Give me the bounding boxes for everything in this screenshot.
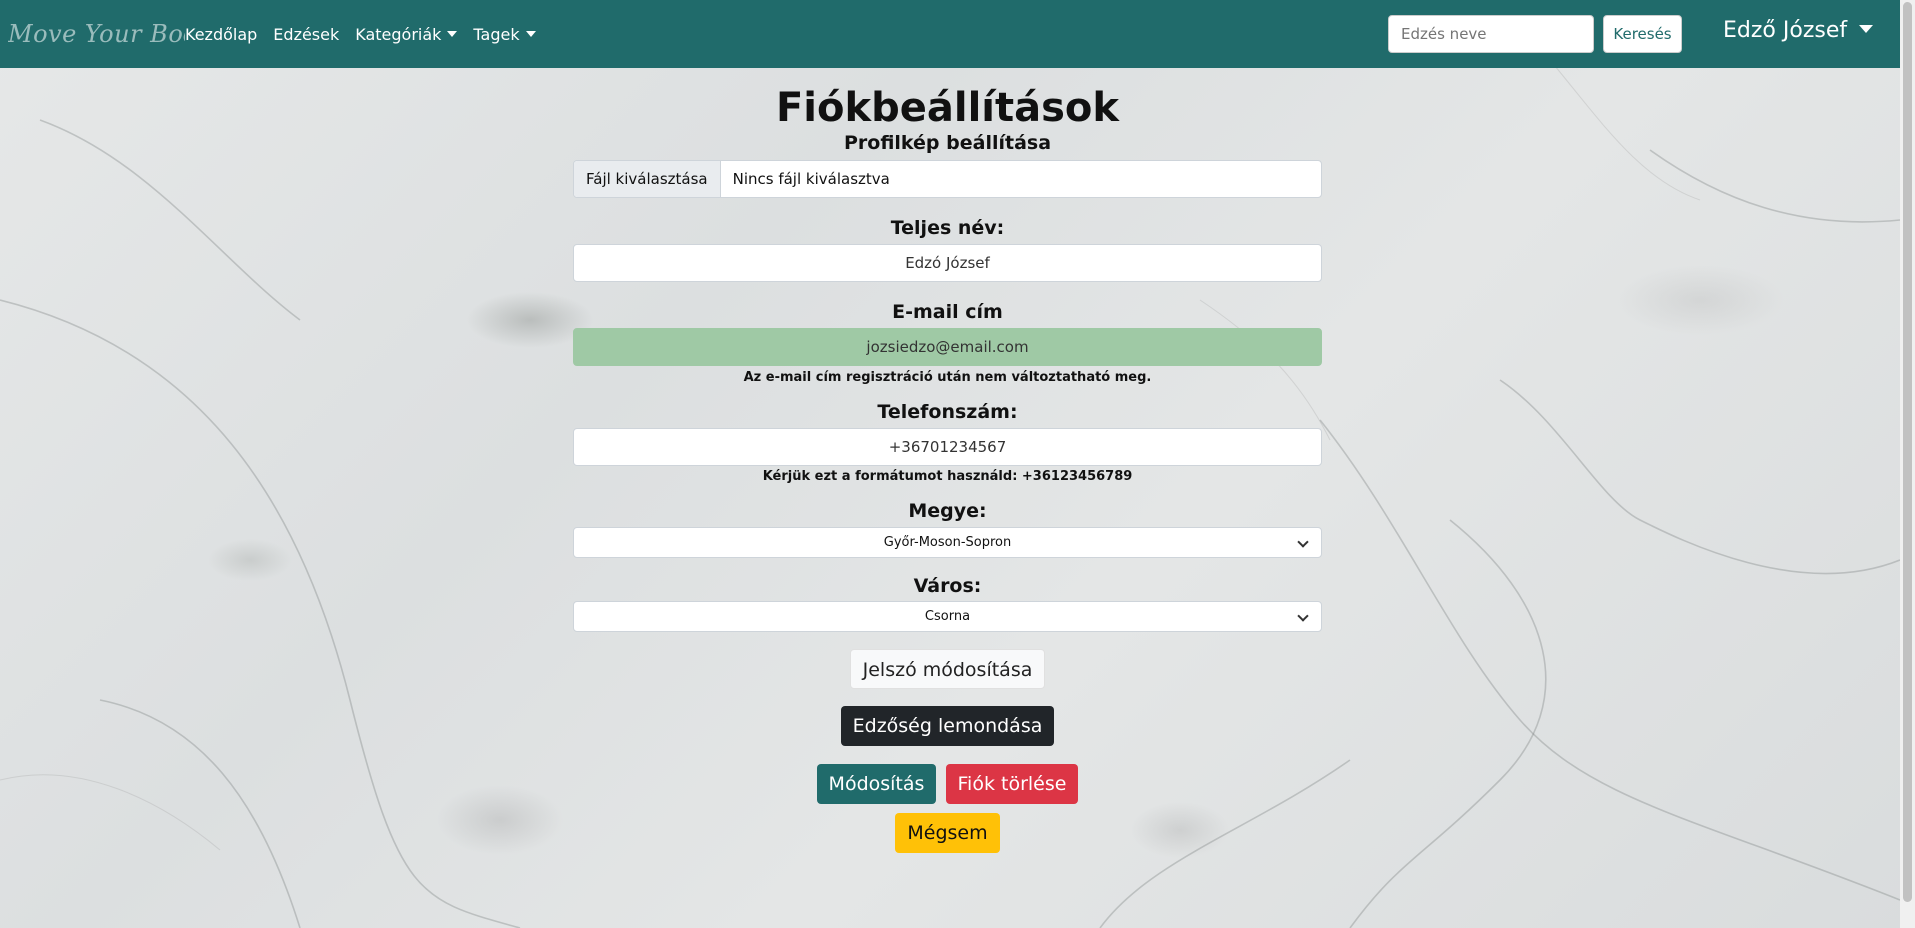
nav-dropdown-categories-label: Kategóriák xyxy=(355,24,442,44)
cancel-button[interactable]: Mégsem xyxy=(895,813,1000,853)
phone-label: Telefonszám: xyxy=(877,401,1018,423)
navbar: Move Your Body Kezdőlap Edzések Kategóri… xyxy=(0,0,1900,68)
city-label: Város: xyxy=(913,575,982,597)
page-title: Fiókbeállítások xyxy=(775,85,1119,131)
nav-dropdown-tags-label: Tagek xyxy=(473,24,520,44)
user-name: Edző József xyxy=(1723,18,1848,43)
county-label: Megye: xyxy=(908,500,987,522)
full-name-label: Teljes név: xyxy=(890,217,1005,239)
scrollbar-thumb[interactable] xyxy=(1903,2,1912,902)
phone-hint: Kérjük ezt a formátumot használd: +36123… xyxy=(762,469,1133,484)
city-selected-value: Csorna xyxy=(924,609,971,624)
city-select[interactable]: Csorna xyxy=(573,601,1322,632)
caret-down-icon xyxy=(1859,25,1874,33)
resign-trainer-button[interactable]: Edzőség lemondása xyxy=(840,706,1055,746)
nav-link-home[interactable]: Kezdőlap xyxy=(185,25,257,44)
county-select[interactable]: Győr-Moson-Sopron xyxy=(573,527,1322,558)
caret-down-icon xyxy=(447,30,458,37)
search-button[interactable]: Keresés xyxy=(1603,15,1682,53)
profile-picture-file-input[interactable]: Fájl kiválasztása Nincs fájl kiválasztva xyxy=(573,160,1322,198)
choose-file-button[interactable]: Fájl kiválasztása xyxy=(574,161,721,197)
email-hint: Az e-mail cím regisztráció után nem vált… xyxy=(743,370,1152,385)
phone-input[interactable]: +36701234567 xyxy=(573,428,1322,466)
account-settings-form: Fiókbeállítások Profilkép beállítása Fáj… xyxy=(573,68,1322,853)
scrollbar[interactable] xyxy=(1900,0,1915,928)
email-input: jozsiedzo@email.com xyxy=(573,328,1322,366)
brand-logo[interactable]: Move Your Body xyxy=(8,20,185,48)
chevron-down-icon xyxy=(1297,536,1309,548)
profile-picture-label: Profilkép beállítása xyxy=(843,132,1052,154)
file-status: Nincs fájl kiválasztva xyxy=(732,170,890,188)
nav-dropdown-tags[interactable]: Tagek xyxy=(473,24,536,44)
workout-search-input[interactable] xyxy=(1388,15,1594,53)
user-menu-dropdown[interactable]: Edző József xyxy=(1723,18,1874,43)
email-label: E-mail cím xyxy=(892,301,1003,323)
chevron-down-icon xyxy=(1297,610,1309,622)
caret-down-icon xyxy=(525,30,536,37)
delete-account-button[interactable]: Fiók törlése xyxy=(945,764,1079,804)
modify-button[interactable]: Módosítás xyxy=(816,764,937,804)
nav-dropdown-categories[interactable]: Kategóriák xyxy=(355,24,458,44)
nav-link-workouts[interactable]: Edzések xyxy=(273,25,339,44)
change-password-button[interactable]: Jelszó módosítása xyxy=(849,649,1046,689)
full-name-input[interactable]: Edzó József xyxy=(573,244,1322,282)
county-selected-value: Győr-Moson-Sopron xyxy=(883,535,1012,550)
